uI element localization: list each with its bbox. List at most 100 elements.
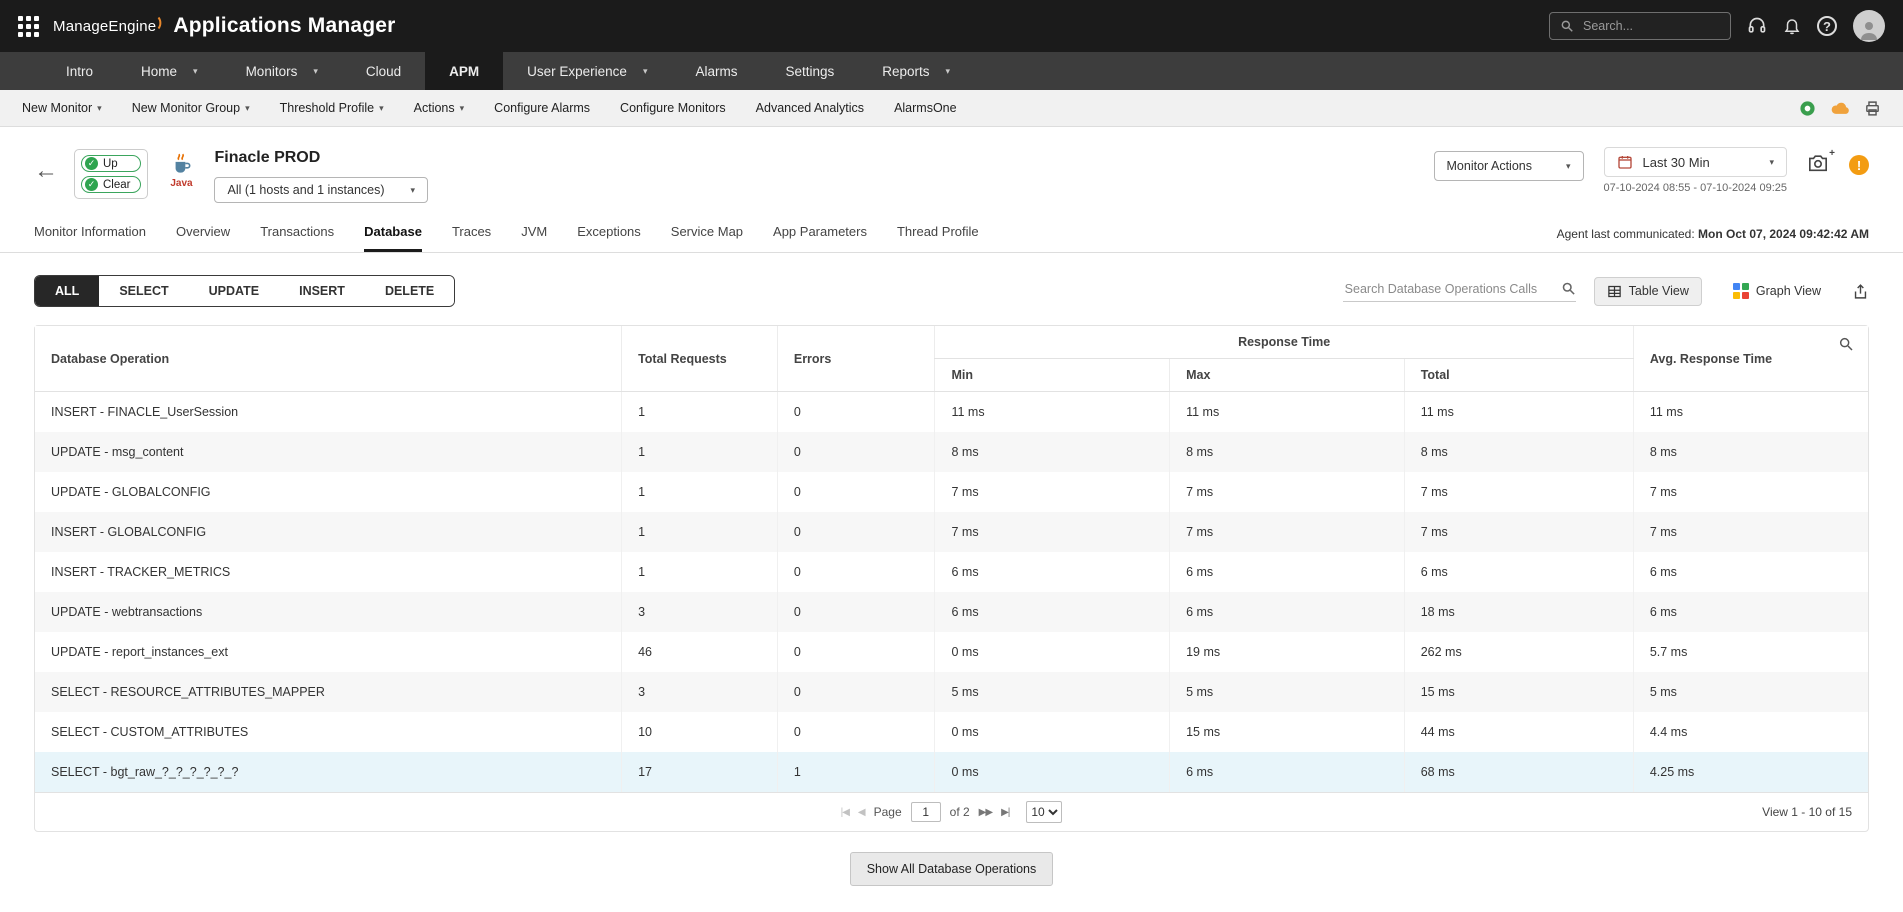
table-row[interactable]: SELECT - RESOURCE_ATTRIBUTES_MAPPER 3 0 … — [35, 672, 1868, 712]
table-row[interactable]: SELECT - CUSTOM_ATTRIBUTES 10 0 0 ms 15 … — [35, 712, 1868, 752]
col-header-max[interactable]: Max — [1169, 358, 1405, 392]
subnav-new-monitor-group[interactable]: New Monitor Group ▾ — [132, 101, 250, 115]
operations-search[interactable] — [1342, 280, 1576, 302]
time-range-select[interactable]: Last 30 Min ▾ — [1603, 147, 1787, 177]
cell-operation[interactable]: INSERT - FINACLE_UserSession — [35, 392, 622, 433]
search-icon[interactable] — [1561, 281, 1576, 296]
next-page-icon[interactable]: ▶▶ — [979, 807, 993, 818]
table-search-icon[interactable] — [1838, 336, 1854, 352]
table-row[interactable]: UPDATE - msg_content 1 0 8 ms 8 ms 8 ms … — [35, 432, 1868, 472]
notifications-bell-icon[interactable] — [1783, 16, 1801, 36]
cell-max: 6 ms — [1169, 592, 1405, 632]
availability-status-badge[interactable]: ✓ Up — [81, 155, 142, 172]
subnav-configure-monitors[interactable]: Configure Monitors — [620, 101, 726, 115]
user-avatar[interactable] — [1853, 10, 1885, 42]
tab-jvm[interactable]: JVM — [521, 215, 547, 252]
cell-operation[interactable]: SELECT - RESOURCE_ATTRIBUTES_MAPPER — [35, 672, 622, 712]
tab-app-parameters[interactable]: App Parameters — [773, 215, 867, 252]
printer-icon[interactable] — [1864, 100, 1881, 117]
subnav-alarmsone[interactable]: AlarmsOne — [894, 101, 957, 115]
cell-operation[interactable]: UPDATE - webtransactions — [35, 592, 622, 632]
global-search-input[interactable] — [1581, 18, 1711, 34]
cloud-icon[interactable] — [1830, 100, 1850, 116]
tab-traces[interactable]: Traces — [452, 215, 491, 252]
filter-all-button[interactable]: ALL — [35, 276, 100, 306]
tab-overview[interactable]: Overview — [176, 215, 230, 252]
col-header-min[interactable]: Min — [934, 358, 1170, 392]
table-row[interactable]: UPDATE - GLOBALCONFIG 1 0 7 ms 7 ms 7 ms… — [35, 472, 1868, 512]
col-header-total[interactable]: Total — [1403, 358, 1634, 392]
table-row[interactable]: INSERT - TRACKER_METRICS 1 0 6 ms 6 ms 6… — [35, 552, 1868, 592]
nav-item-alarms[interactable]: Alarms — [671, 52, 761, 90]
back-arrow-icon[interactable]: ← — [34, 159, 58, 183]
cell-operation[interactable]: UPDATE - GLOBALCONFIG — [35, 472, 622, 512]
health-status-badge[interactable]: ✓ Clear — [81, 176, 142, 193]
cell-operation[interactable]: SELECT - CUSTOM_ATTRIBUTES — [35, 712, 622, 752]
top-bar: ManageEngine Applications Manager ? — [0, 0, 1903, 52]
col-header-errors[interactable]: Errors — [776, 326, 935, 392]
graph-view-button[interactable]: Graph View — [1720, 276, 1834, 306]
nav-item-cloud[interactable]: Cloud — [342, 52, 425, 90]
nav-item-home[interactable]: Home ▾ — [117, 52, 222, 90]
monitor-actions-select[interactable]: Monitor Actions ▾ — [1433, 151, 1584, 181]
col-header-operation[interactable]: Database Operation — [35, 326, 622, 392]
subnav-actions[interactable]: Actions ▾ — [414, 101, 465, 115]
filter-insert-button[interactable]: INSERT — [279, 276, 365, 306]
nav-item-settings[interactable]: Settings — [761, 52, 858, 90]
cell-operation[interactable]: UPDATE - report_instances_ext — [35, 632, 622, 672]
page-number-input[interactable] — [910, 802, 941, 822]
screenshot-camera-icon[interactable]: + — [1807, 148, 1835, 173]
cell-total: 7 ms — [1403, 512, 1634, 552]
help-icon[interactable]: ? — [1817, 16, 1837, 36]
previous-page-icon[interactable]: ◀ — [858, 807, 866, 818]
nav-item-apm[interactable]: APM — [425, 52, 504, 90]
table-row[interactable]: SELECT - bgt_raw_?_?_?_?_?_? 17 1 0 ms 6… — [35, 752, 1868, 792]
nav-item-user-experience[interactable]: User Experience ▾ — [503, 52, 671, 90]
global-search[interactable] — [1549, 12, 1731, 40]
warning-icon[interactable]: ! — [1849, 155, 1869, 175]
nav-item-intro[interactable]: Intro — [42, 52, 117, 90]
cell-operation[interactable]: SELECT - bgt_raw_?_?_?_?_?_? — [35, 752, 622, 792]
apps-grid-icon[interactable] — [18, 15, 39, 37]
filter-delete-button[interactable]: DELETE — [364, 276, 455, 306]
tab-thread-profile[interactable]: Thread Profile — [897, 215, 979, 252]
tab-monitor-information[interactable]: Monitor Information — [34, 215, 146, 252]
page-size-select[interactable]: 10 — [1026, 801, 1063, 823]
instance-selector[interactable]: All (1 hosts and 1 instances) ▾ — [214, 177, 429, 203]
table-row[interactable]: INSERT - GLOBALCONFIG 1 0 7 ms 7 ms 7 ms… — [35, 512, 1868, 552]
filter-select-button[interactable]: SELECT — [99, 276, 189, 306]
show-all-operations-button[interactable]: Show All Database Operations — [849, 852, 1054, 886]
health-status-label: Clear — [103, 178, 131, 191]
cell-requests: 17 — [621, 752, 778, 792]
cell-operation[interactable]: UPDATE - msg_content — [35, 432, 622, 472]
export-share-icon[interactable] — [1852, 283, 1869, 300]
nav-item-monitors[interactable]: Monitors ▾ — [222, 52, 342, 90]
col-header-avg[interactable]: Avg. Response Time — [1632, 326, 1868, 392]
subnav-new-monitor[interactable]: New Monitor ▾ — [22, 101, 102, 115]
tab-service-map[interactable]: Service Map — [671, 215, 743, 252]
cell-operation[interactable]: INSERT - TRACKER_METRICS — [35, 552, 622, 592]
table-view-button[interactable]: Table View — [1593, 276, 1702, 306]
nav-item-reports[interactable]: Reports ▾ — [858, 52, 974, 90]
gear-icon[interactable] — [1799, 100, 1816, 117]
instance-selector-value: All (1 hosts and 1 instances) — [227, 183, 385, 197]
col-header-requests[interactable]: Total Requests — [621, 326, 778, 392]
subnav-advanced-analytics[interactable]: Advanced Analytics — [756, 101, 864, 115]
cell-operation[interactable]: INSERT - GLOBALCONFIG — [35, 512, 622, 552]
subnav-threshold-profile[interactable]: Threshold Profile ▾ — [280, 101, 384, 115]
tab-exceptions[interactable]: Exceptions — [577, 215, 641, 252]
tab-database[interactable]: Database — [364, 215, 422, 252]
first-page-icon[interactable]: |◀ — [841, 807, 850, 818]
table-row[interactable]: INSERT - FINACLE_UserSession 1 0 11 ms 1… — [35, 391, 1868, 433]
subnav-configure-alarms[interactable]: Configure Alarms — [494, 101, 590, 115]
cell-min: 6 ms — [934, 552, 1170, 592]
tab-transactions[interactable]: Transactions — [260, 215, 334, 252]
operations-search-input[interactable] — [1342, 280, 1553, 297]
support-headset-icon[interactable] — [1747, 16, 1767, 36]
filter-update-button[interactable]: UPDATE — [188, 276, 280, 306]
page-of-text: of 2 — [949, 805, 970, 819]
table-row[interactable]: UPDATE - report_instances_ext 46 0 0 ms … — [35, 632, 1868, 672]
cell-errors: 0 — [776, 712, 935, 752]
table-row[interactable]: UPDATE - webtransactions 3 0 6 ms 6 ms 1… — [35, 592, 1868, 632]
last-page-icon[interactable]: ▶| — [1001, 807, 1010, 818]
